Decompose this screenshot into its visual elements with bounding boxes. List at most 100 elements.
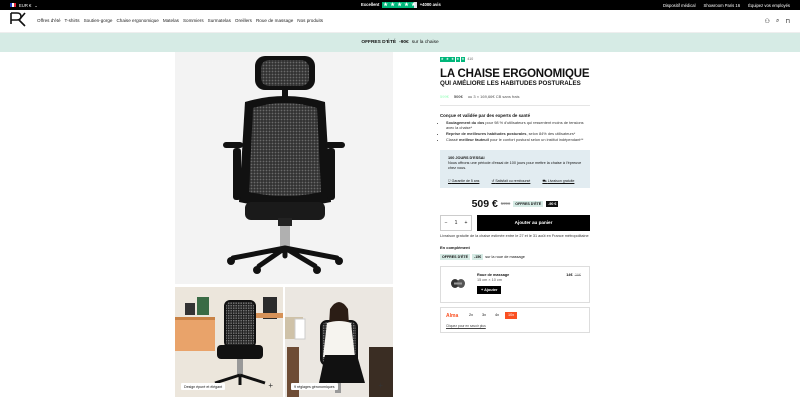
top-link[interactable]: Dispositif médical — [663, 3, 696, 8]
discount-badge: -90 € — [546, 200, 559, 207]
upsell-name: Roue de massage — [477, 272, 510, 277]
desk-scene-photo — [175, 287, 283, 397]
product-title: LA CHAISE ERGONOMIQUE — [440, 67, 590, 80]
gallery-thumb[interactable]: 9 réglages géronomiques + — [285, 287, 393, 397]
rating-stars: ★ ★ ★ ★ ★ — [440, 57, 466, 62]
alma-option[interactable]: 3x — [479, 312, 489, 319]
offer-badge: OFFRES D'ÉTÉ — [513, 200, 544, 207]
current-price: 509 € — [471, 197, 498, 210]
promo-text: sur la chaise — [411, 40, 439, 45]
upsell-dimensions: 15 cm × 10 cm — [477, 277, 503, 282]
benefit-bold: Reprise de meilleures habitudes postural… — [446, 130, 527, 136]
account-icon[interactable]: ⚇ — [765, 18, 770, 25]
promo-label: OFFRES D'ÉTÉ — [361, 40, 397, 45]
review-count: 410 — [467, 57, 474, 62]
offer-badge: OFFRES D'ÉTÉ — [440, 253, 471, 260]
payment-price-a: 599€ — [440, 93, 449, 99]
brand-logo[interactable] — [9, 12, 27, 32]
alma-info-link[interactable]: Cliquez pour en savoir plus — [446, 324, 486, 328]
france-flag-icon — [10, 3, 16, 7]
currency-selector[interactable]: EUR € ⌄ — [10, 3, 38, 8]
product-rating[interactable]: ★ ★ ★ ★ ★ 410 — [440, 57, 590, 62]
discount-badge: -15€ — [472, 253, 484, 260]
nav-item[interactable]: Oreillers — [235, 18, 252, 23]
search-icon[interactable]: ⌕ — [776, 18, 779, 25]
nav-item[interactable]: Soutien-gorge — [84, 18, 113, 23]
experts-heading: Conçue et validée par des experts de san… — [440, 112, 531, 118]
quantity-stepper[interactable]: − 1 + — [440, 214, 472, 231]
benefit-item: Reprise de meilleures habitudes postural… — [446, 131, 590, 136]
delivery-label: Livraison gratuite — [547, 178, 575, 183]
old-price: 599€ — [500, 201, 511, 207]
star-icon: ★ — [455, 57, 461, 62]
alma-option[interactable]: 2x — [466, 312, 476, 319]
promo-banner[interactable]: OFFRES D'ÉTÉ -90€ sur la chaise — [0, 33, 800, 52]
nav-item[interactable]: T-shirts — [65, 18, 80, 23]
buy-row: − 1 + Ajouter au panier — [440, 214, 590, 231]
nav-menu: Offres d'été T-shirts Soutien-gorge Chai… — [37, 18, 323, 23]
upsell-current-price: 14€ — [566, 272, 573, 277]
alma-logo: Alma — [446, 312, 459, 319]
benefit-item: Soulagement du dos pour 98 % d'utilisate… — [446, 120, 590, 130]
quantity-value: 1 — [454, 219, 458, 226]
upsell-price: 14€ 29€ — [566, 273, 581, 277]
refund-link[interactable]: ↺ Satisfait ou remboursé — [491, 179, 530, 184]
payment-summary: 599€ 500€ ou 3 × 169,66€ CB sans frais — [440, 94, 590, 99]
thumb-caption: Design épuré et élégant — [181, 383, 226, 390]
star-icon: ★ — [403, 1, 410, 8]
expand-icon[interactable]: + — [268, 382, 273, 390]
alma-option-selected[interactable]: 10x — [505, 311, 518, 319]
add-to-cart-button[interactable]: Ajouter au panier — [477, 214, 590, 231]
nav-item[interactable]: Matelas — [163, 18, 179, 23]
trustpilot-summary[interactable]: Excellent ★ ★ ★ ★ ★ +4000 avis — [361, 1, 441, 8]
chevron-down-icon: ⌄ — [34, 2, 38, 8]
delivery-link[interactable]: ⛟ Livraison gratuite — [542, 179, 574, 184]
star-icon: ★ — [389, 1, 396, 8]
add-upsell-button[interactable]: + Ajouter — [477, 285, 502, 294]
complement-heading: En complément — [440, 244, 470, 250]
nav-item[interactable]: Offres d'été — [37, 18, 61, 23]
trial-box: 100 JOURS D'ESSAI Nous offrons une pério… — [440, 149, 590, 188]
alma-option[interactable]: 4x — [492, 312, 502, 319]
thumb-caption: 9 réglages géronomiques — [291, 383, 338, 390]
cart-icon[interactable]: ⊓ — [785, 18, 790, 25]
main-product-image[interactable] — [175, 52, 393, 284]
nav-item[interactable]: Nos produits — [297, 18, 323, 23]
upsell-old-price: 29€ — [574, 272, 581, 277]
divider — [440, 104, 590, 106]
nav-item[interactable]: Roue de massage — [256, 18, 293, 23]
star-icon: ★ — [396, 1, 403, 8]
product-subtitle: QUI AMÉLIORE LES HABITUDES POSTURALES — [440, 79, 581, 87]
refund-label: Satisfait ou remboursé — [495, 178, 531, 183]
benefits-list: Soulagement du dos pour 98 % d'utilisate… — [440, 120, 590, 142]
top-link[interactable]: Showroom Paris 16 — [704, 3, 741, 8]
nav-item[interactable]: Chaise ergonomique — [116, 18, 158, 23]
minus-icon[interactable]: − — [445, 220, 448, 226]
complement-promo: OFFRES D'ÉTÉ -15€ sur la roue de massage — [440, 253, 590, 260]
gallery-thumb[interactable]: Design épuré et élégant + — [175, 287, 283, 397]
plus-icon[interactable]: + — [465, 220, 468, 226]
reviews-count: +4000 avis — [419, 2, 441, 8]
benefit-text: Classé — [446, 136, 459, 142]
rating-word: Excellent — [361, 2, 380, 8]
main-nav: PERCKO Offres d'été T-shirts Soutien-gor… — [0, 10, 800, 38]
warranty-link[interactable]: ⛉ Garantie de 5 ans — [448, 179, 479, 184]
delivery-estimate: Livraison gratuite de la chaise estimée … — [440, 233, 589, 238]
top-link[interactable]: Équipez vos employés — [748, 3, 790, 8]
trial-text: Nous offrons une période d'essai de 100 … — [448, 160, 582, 170]
installment-text: ou 3 × 169,66€ CB sans frais — [467, 93, 520, 99]
benefit-bold: meilleur fauteuil — [458, 136, 489, 142]
upsell-card: Roue de massage 15 cm × 10 cm + Ajouter … — [440, 265, 590, 303]
star-icon: ★ — [445, 57, 450, 62]
star-icon: ★ — [450, 57, 455, 62]
chair-photo — [223, 56, 345, 274]
expand-icon[interactable]: + — [378, 382, 383, 390]
nav-item[interactable]: Sommiers — [183, 18, 204, 23]
top-bar: EUR € ⌄ Excellent ★ ★ ★ ★ ★ +4000 avis D… — [0, 0, 800, 10]
star-icon: ★ — [440, 57, 445, 62]
star-icon: ★ — [460, 57, 466, 62]
nav-item[interactable]: Surmatelas — [208, 18, 231, 23]
product-panel: ★ ★ ★ ★ ★ 410 LA CHAISE ERGONOMIQUE QUI … — [440, 57, 590, 333]
warranty-label: Garantie de 5 ans — [451, 178, 480, 183]
star-icon: ★ — [410, 1, 417, 8]
